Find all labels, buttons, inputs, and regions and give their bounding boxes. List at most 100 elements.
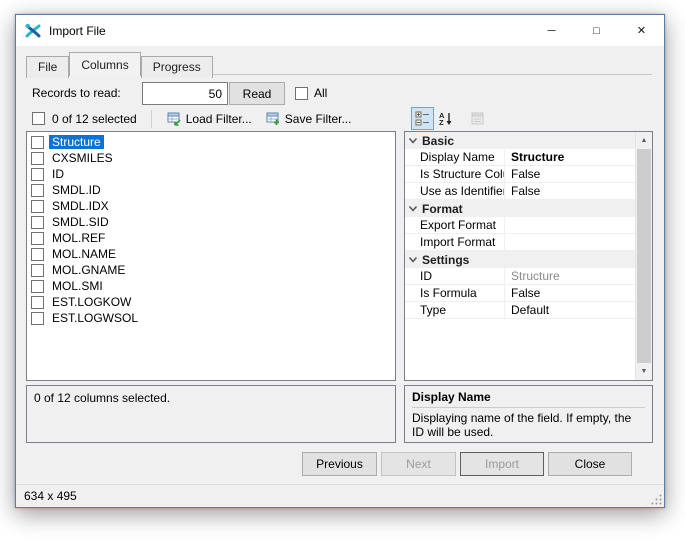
list-item[interactable]: ID [27,166,395,182]
category-basic[interactable]: Basic [405,132,635,149]
property-value[interactable]: Default [505,302,635,318]
category-settings[interactable]: Settings [405,251,635,268]
import-file-dialog: Import File ─ □ ✕ FileColumnsProgress Re… [15,14,665,508]
list-item-label: MOL.NAME [49,247,119,261]
property-help-panel: Display Name Displaying name of the fiel… [404,385,653,443]
close-button[interactable]: ✕ [619,15,664,46]
records-row: Records to read: Read All [32,82,652,105]
list-item[interactable]: EST.LOGWSOL [27,310,395,326]
import-button[interactable]: Import [460,452,544,476]
tab-columns[interactable]: Columns [69,52,140,76]
item-checkbox[interactable] [31,296,44,309]
list-item[interactable]: MOL.GNAME [27,262,395,278]
property-name: Is Structure Colu [405,166,505,182]
property-name: Import Format [405,234,505,250]
select-all-columns-checkbox[interactable] [32,112,45,125]
previous-button[interactable]: Previous [302,452,377,476]
load-filter-icon [167,112,181,126]
property-row[interactable]: Is Formula False [405,285,635,302]
list-item[interactable]: SMDL.SID [27,214,395,230]
property-value: Structure [505,268,635,284]
property-row[interactable]: Display Name Structure [405,149,635,166]
property-name: Type [405,302,505,318]
property-row[interactable]: Export Format [405,217,635,234]
toolbar-separator [151,110,152,128]
list-item-label: EST.LOGWSOL [49,311,141,325]
alphabetical-sort-button[interactable]: A Z [434,107,457,130]
item-checkbox[interactable] [31,248,44,261]
save-filter-icon [266,112,280,126]
item-checkbox[interactable] [31,280,44,293]
load-filter-label: Load Filter... [186,112,252,126]
property-pages-button[interactable] [466,107,489,130]
property-value[interactable] [505,217,635,233]
alphabetical-sort-icon: A Z [438,111,453,126]
title-bar[interactable]: Import File ─ □ ✕ [16,15,664,46]
categorized-view-icon [415,111,430,126]
item-checkbox[interactable] [31,184,44,197]
list-item-label: Structure [49,135,104,149]
save-filter-button[interactable]: Save Filter... [259,110,359,128]
property-value[interactable]: False [505,166,635,182]
tab-progress[interactable]: Progress [141,56,213,78]
item-checkbox[interactable] [31,232,44,245]
list-item-label: SMDL.SID [49,215,112,229]
list-item[interactable]: MOL.NAME [27,246,395,262]
category-label: Basic [422,134,454,148]
item-checkbox[interactable] [31,264,44,277]
records-to-read-input[interactable] [142,82,228,105]
property-row[interactable]: Is Structure Colu False [405,166,635,183]
list-item[interactable]: Structure [27,134,395,150]
maximize-button[interactable]: □ [574,15,619,46]
read-button[interactable]: Read [229,82,285,105]
list-item-label: EST.LOGKOW [49,295,134,309]
property-row[interactable]: Import Format [405,234,635,251]
scrollbar[interactable]: ▲ ▼ [635,132,652,380]
item-checkbox[interactable] [31,200,44,213]
property-grid: Basic Display Name Structure Is Structur… [404,131,653,381]
property-name: Display Name [405,149,505,165]
list-item[interactable]: SMDL.IDX [27,198,395,214]
property-name: ID [405,268,505,284]
list-item-label: MOL.REF [49,231,108,245]
load-filter-button[interactable]: Load Filter... [160,110,259,128]
item-checkbox[interactable] [31,136,44,149]
scrollbar-thumb[interactable] [637,149,651,363]
property-help-text: Displaying name of the field. If empty, … [412,411,645,439]
tab-file[interactable]: File [26,56,69,78]
list-item[interactable]: SMDL.ID [27,182,395,198]
property-value[interactable] [505,234,635,250]
categorized-view-button[interactable] [411,107,434,130]
property-value[interactable]: False [505,285,635,301]
all-checkbox[interactable] [295,87,308,100]
item-checkbox[interactable] [31,168,44,181]
category-label: Settings [422,253,469,267]
columns-list[interactable]: Structure CXSMILES ID SMDL.ID SMDL.IDX S… [26,131,396,381]
resize-grip-icon[interactable] [650,493,663,506]
list-item[interactable]: MOL.SMI [27,278,395,294]
list-item-label: ID [49,167,67,181]
list-item[interactable]: CXSMILES [27,150,395,166]
category-format[interactable]: Format [405,200,635,217]
item-checkbox[interactable] [31,152,44,165]
property-value[interactable]: Structure [505,149,635,165]
next-button[interactable]: Next [381,452,456,476]
window-title: Import File [49,24,106,38]
item-checkbox[interactable] [31,216,44,229]
scroll-up-icon[interactable]: ▲ [636,132,652,149]
app-icon [25,23,41,39]
property-row[interactable]: ID Structure [405,268,635,285]
collapse-icon [408,205,418,213]
scroll-down-icon[interactable]: ▼ [636,363,652,380]
minimize-button[interactable]: ─ [529,15,574,46]
close-dialog-button[interactable]: Close [548,452,632,476]
list-item[interactable]: MOL.REF [27,230,395,246]
property-value[interactable]: False [505,183,635,199]
columns-summary-panel: 0 of 12 columns selected. [26,385,396,443]
item-checkbox[interactable] [31,312,44,325]
property-pages-icon [470,111,485,126]
property-row[interactable]: Use as Identifier False [405,183,635,200]
property-name: Is Formula [405,285,505,301]
list-item[interactable]: EST.LOGKOW [27,294,395,310]
property-row[interactable]: Type Default [405,302,635,319]
